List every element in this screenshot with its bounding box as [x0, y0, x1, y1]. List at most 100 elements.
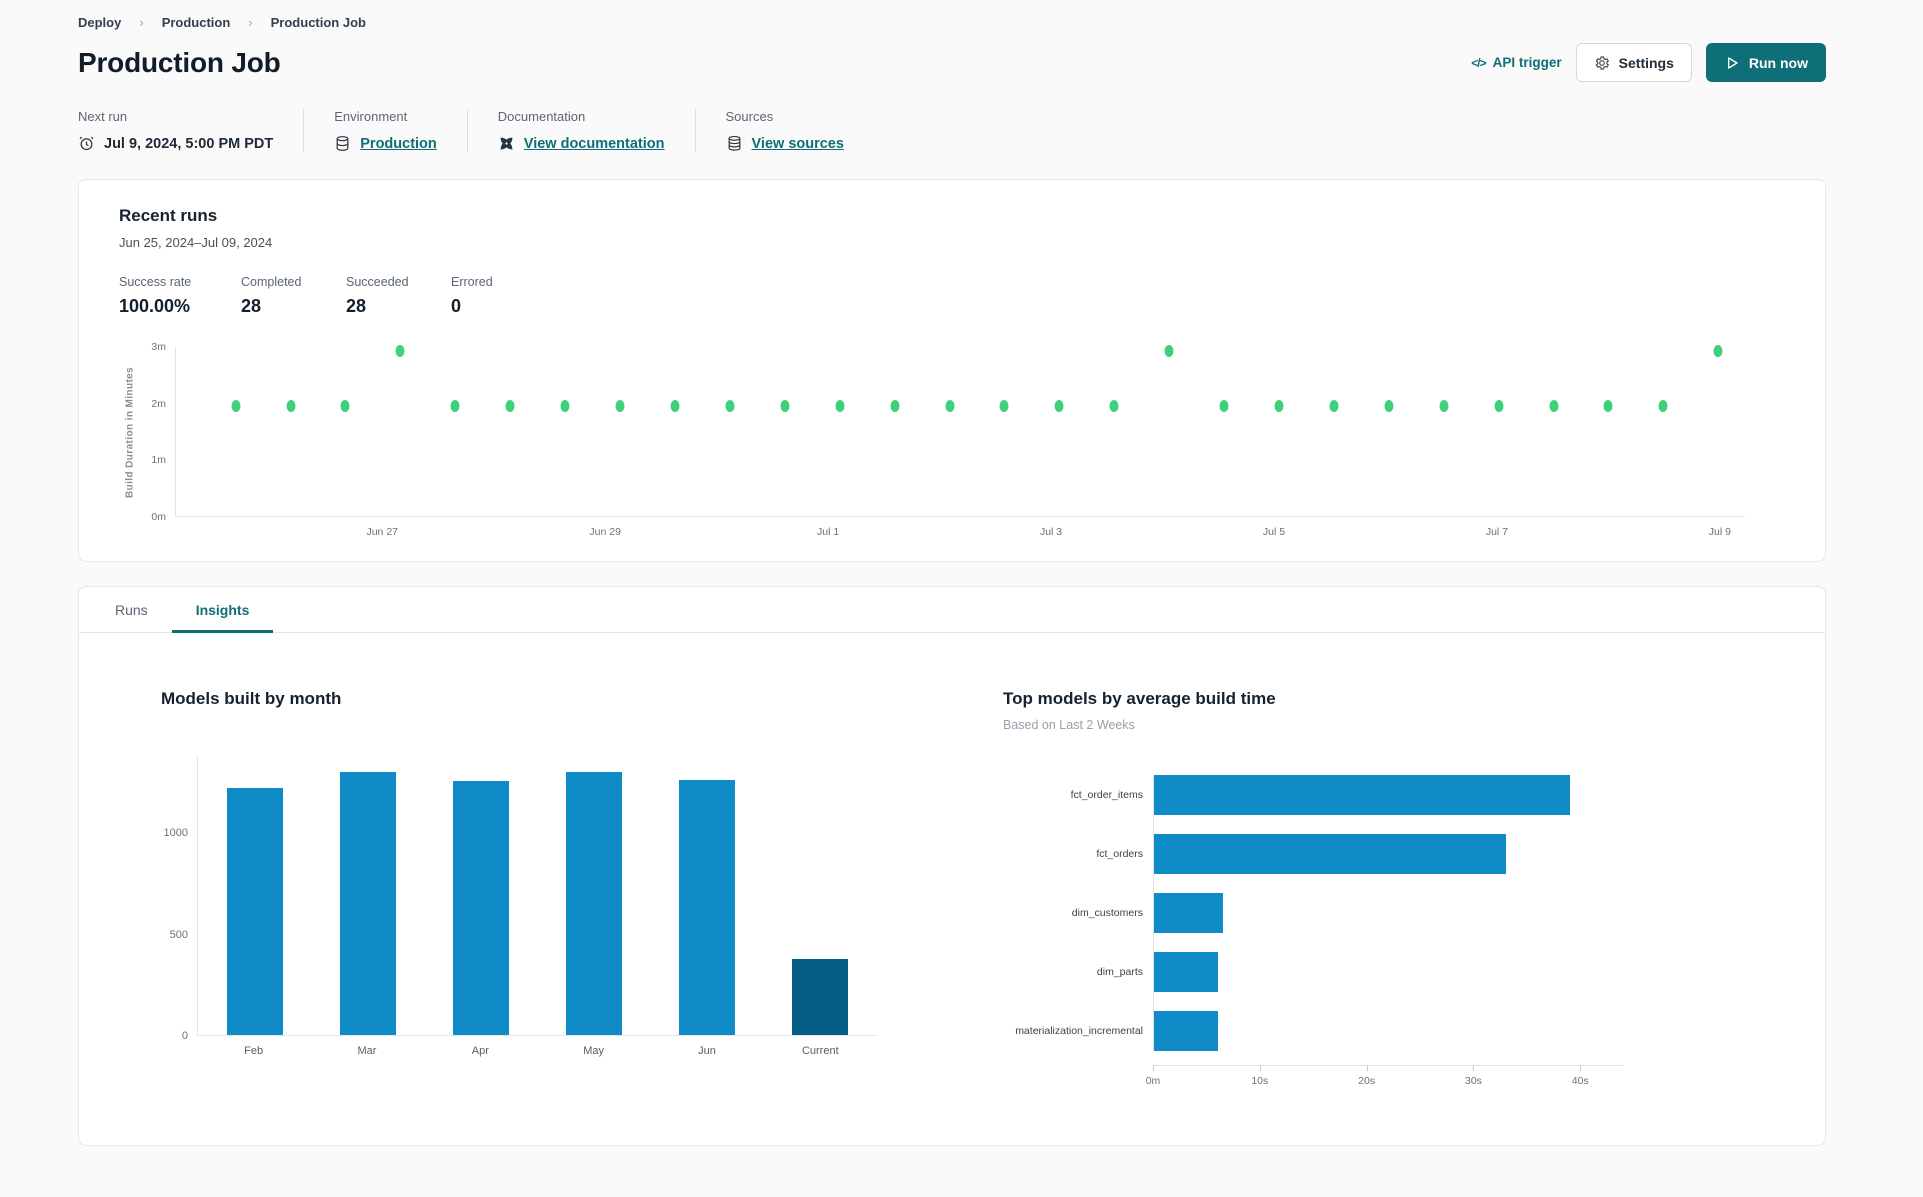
- meta-documentation: Documentation View documentation: [498, 109, 696, 152]
- api-trigger-label: API trigger: [1492, 55, 1562, 70]
- scatter-y-ticks: 0m 1m 2m 3m: [141, 341, 175, 523]
- hbar-tick-label: 20s: [1358, 1075, 1376, 1087]
- hbar-tick-mark: [1473, 1066, 1475, 1071]
- run-dot: [1713, 344, 1723, 357]
- breadcrumb-deploy[interactable]: Deploy: [78, 15, 121, 30]
- scatter-y-tick: 0m: [151, 511, 166, 523]
- model-bar: [1154, 893, 1224, 933]
- stat-errored: Errored 0: [451, 275, 493, 317]
- run-dot: [1329, 400, 1339, 413]
- run-now-button[interactable]: Run now: [1705, 43, 1826, 82]
- view-documentation-link[interactable]: View documentation: [524, 136, 665, 152]
- stat-value: 28: [346, 296, 367, 316]
- hbar-category-label: fct_orders: [1096, 848, 1143, 860]
- bar-x-labels: Feb Mar Apr May Jun Current: [197, 1045, 877, 1057]
- run-dot: [1219, 400, 1229, 413]
- stat-value: 0: [451, 296, 462, 316]
- model-bar: [1154, 1011, 1218, 1051]
- hbar-tick-label: 40s: [1571, 1075, 1589, 1087]
- stat-label: Completed: [241, 275, 302, 289]
- run-dot: [560, 400, 570, 413]
- bar-x-label: Jun: [698, 1045, 716, 1057]
- scatter-x-tick: Jul 9: [1708, 526, 1731, 538]
- run-dot: [286, 400, 296, 413]
- stat-label: Success rate: [119, 275, 192, 289]
- hbar-tick-label: 30s: [1464, 1075, 1482, 1087]
- model-bar: [1154, 834, 1506, 874]
- month-bar: [566, 772, 623, 1035]
- tab-insights[interactable]: Insights: [171, 587, 274, 633]
- run-dot: [1164, 344, 1174, 357]
- stat-succeeded: Succeeded 28: [346, 275, 451, 317]
- next-run-label: Next run: [78, 109, 128, 124]
- run-dot: [1549, 400, 1559, 413]
- hbar-tick-mark: [1153, 1066, 1154, 1071]
- environment-link[interactable]: Production: [360, 136, 437, 152]
- view-sources-link[interactable]: View sources: [752, 136, 844, 152]
- environment-database-icon: [336, 136, 349, 151]
- bar-y-tick: 0: [181, 1030, 188, 1042]
- scatter-y-tick: 1m: [151, 454, 166, 467]
- bar-cell: [424, 756, 537, 1035]
- stat-label: Errored: [451, 275, 493, 289]
- run-dot: [340, 400, 350, 413]
- bar-x-label: May: [583, 1045, 605, 1057]
- sources-label: Sources: [725, 109, 774, 124]
- documentation-label: Documentation: [497, 109, 586, 124]
- month-bar: [452, 781, 509, 1035]
- hbar-tick-label: 10s: [1251, 1075, 1269, 1087]
- run-dot: [1054, 400, 1064, 413]
- scatter-x-ticks: Jun 27 Jun 29 Jul 1 Jul 3 Jul 5 Jul 7 Jul 9: [175, 517, 1745, 543]
- top-models-chart: fct_order_items fct_orders dim_customers di…: [1003, 775, 1703, 1051]
- scatter-y-axis-label: Build Duration in Minutes: [124, 366, 136, 498]
- insights-panel: Models built by month 0 500 1000 Feb Mar Apr…: [79, 633, 1825, 1095]
- hbar-tick-mark: [1580, 1066, 1582, 1071]
- run-now-label: Run now: [1748, 54, 1808, 71]
- scatter-y-tick: 2m: [151, 397, 166, 410]
- page-title: Production Job: [78, 46, 281, 78]
- hbar-category-label: dim_customers: [1071, 907, 1143, 919]
- top-models-chart-section: Top models by average build time Based o…: [1003, 689, 1703, 1095]
- run-dot: [505, 400, 515, 413]
- tab-runs[interactable]: Runs: [91, 587, 172, 632]
- models-built-title: Models built by month: [161, 689, 342, 708]
- month-bar: [339, 772, 396, 1035]
- job-meta-row: Next run Jul 9, 2024, 5:00 PM PDT Enviro…: [78, 109, 1826, 152]
- play-icon: [1727, 56, 1738, 69]
- hbar-body: [1153, 775, 1623, 1051]
- bar-y-ticks: 0 500 1000: [161, 756, 197, 1042]
- breadcrumb-production[interactable]: Production: [162, 15, 231, 30]
- bar-x-label: Current: [801, 1045, 839, 1057]
- scatter-plot-col: Jun 27 Jun 29 Jul 1 Jul 3 Jul 5 Jul 7 Jul 9: [175, 344, 1745, 543]
- month-bar: [679, 780, 736, 1035]
- meta-environment: Environment Production: [334, 109, 468, 152]
- run-dot: [890, 400, 900, 413]
- bar-y-tick: 1000: [163, 827, 188, 840]
- run-dot: [1658, 400, 1668, 413]
- scatter-x-tick: Jul 7: [1485, 526, 1509, 538]
- model-bar: [1154, 952, 1218, 992]
- run-dot: [1109, 400, 1119, 413]
- production-job-page: Deploy › Production › Production Job Pro…: [0, 0, 1923, 1146]
- run-dot: [450, 400, 460, 413]
- sources-database-icon: [728, 135, 740, 151]
- hbar-category-label: materialization_incremental: [1015, 1025, 1143, 1037]
- scatter-plot-area: [175, 344, 1745, 517]
- hbar-tick-mark: [1259, 1066, 1261, 1071]
- scatter-x-tick: Jul 3: [1039, 526, 1063, 538]
- run-dot: [999, 400, 1009, 413]
- stat-value: 28: [241, 296, 262, 316]
- stat-value: 100.00%: [119, 296, 191, 316]
- recent-runs-title: Recent runs: [119, 206, 218, 225]
- api-trigger-link[interactable]: </> API trigger: [1471, 55, 1561, 70]
- run-dot: [945, 400, 955, 413]
- build-duration-chart: Build Duration in Minutes 0m 1m 2m 3m Jun 2…: [119, 341, 1745, 543]
- hbar-tick-label: 0m: [1145, 1075, 1161, 1087]
- settings-button[interactable]: Settings: [1575, 43, 1692, 82]
- code-icon: </>: [1471, 55, 1486, 70]
- run-dot: [1494, 400, 1504, 413]
- chevron-right-icon: ›: [139, 15, 144, 30]
- header-actions: </> API trigger Settings Run now: [1471, 43, 1826, 82]
- run-dot: [835, 400, 845, 413]
- hbar-category-label: fct_order_items: [1070, 789, 1143, 801]
